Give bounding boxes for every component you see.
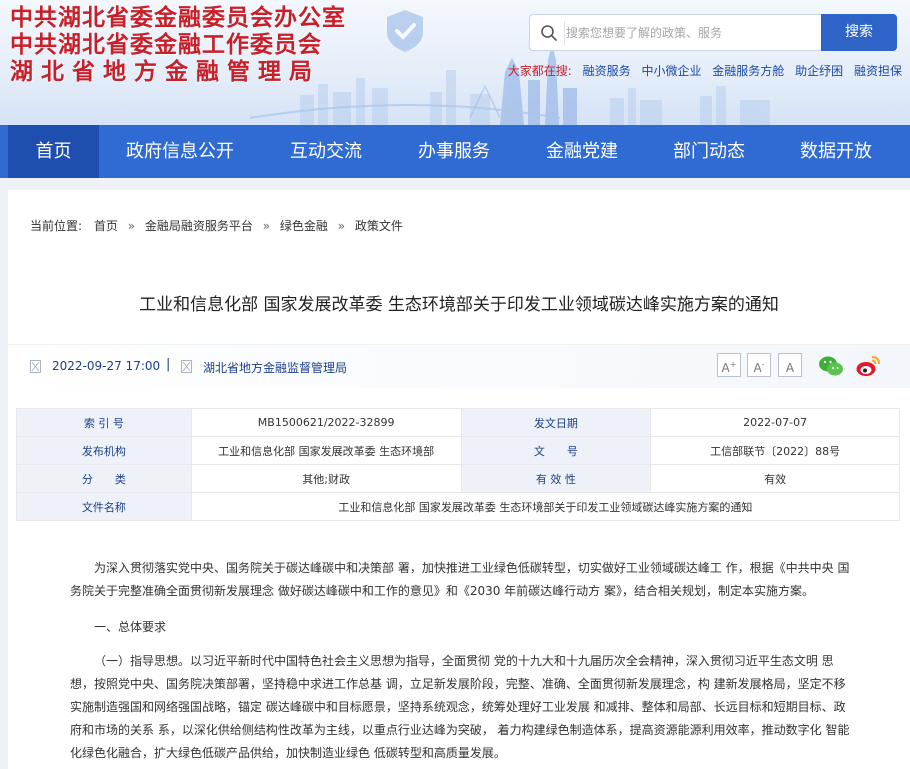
breadcrumb-separator: » [337, 219, 346, 233]
info-value-issue-date: 2022-07-07 [650, 408, 900, 437]
font-size-increase-button[interactable]: A+ [717, 353, 741, 377]
info-value-file-name: 工业和信息化部 国家发展改革委 生态环境部关于印发工业领域碳达峰实施方案的通知 [190, 492, 901, 521]
popular-search-link[interactable]: 中小微企业 [641, 64, 701, 78]
popular-search-link[interactable]: 金融服务方舱 [712, 64, 784, 78]
nav-item-open-data[interactable]: 数据开放 [782, 125, 890, 178]
info-key-doc-number: 文 号 [460, 436, 652, 465]
article-title: 工业和信息化部 国家发展改革委 生态环境部关于印发工业领域碳达峰实施方案的通知 [139, 295, 779, 315]
info-value-doc-number: 工信部联节〔2022〕88号 [650, 436, 900, 465]
main-navigation: 首页 政府信息公开 互动交流 办事服务 金融党建 部门动态 数据开放 [0, 125, 910, 178]
breadcrumb-separator: » [262, 219, 271, 233]
info-key-validity: 有 效 性 [460, 464, 652, 493]
publish-datetime: 2022-09-27 17:00 [52, 359, 161, 373]
search-input[interactable] [566, 15, 816, 50]
search-box [529, 14, 822, 51]
popular-search-link[interactable]: 融资担保 [854, 64, 902, 78]
info-value-publisher: 工业和信息化部 国家发展改革委 生态环境部 [190, 436, 462, 465]
article-card: 当前位置: 首页 » 金融局融资服务平台 » 绿色金融 » 政策文件 工业和信息… [8, 190, 910, 769]
org-name-line-1: 中共湖北省委金融委员会办公室 [10, 4, 346, 31]
breadcrumb-link-policy-docs[interactable]: 政策文件 [355, 219, 403, 233]
source-icon [181, 360, 192, 373]
search-icon [541, 25, 557, 41]
nav-item-home[interactable]: 首页 [8, 125, 99, 178]
info-key-index: 索 引 号 [16, 408, 192, 437]
clock-icon [30, 360, 41, 373]
info-value-index: MB1500621/2022-32899 [190, 408, 462, 437]
breadcrumb-link-green-finance[interactable]: 绿色金融 [280, 219, 328, 233]
info-key-category: 分 类 [16, 464, 192, 493]
nav-item-party-building[interactable]: 金融党建 [528, 125, 636, 178]
info-key-publisher: 发布机构 [16, 436, 192, 465]
table-row: 分 类 其他;财政 有 效 性 有效 [16, 464, 900, 493]
organization-names: 中共湖北省委金融委员会办公室 中共湖北省委金融工作委员会 湖北省地方金融管理局 [10, 4, 346, 85]
breadcrumb-link-financing-platform[interactable]: 金融局融资服务平台 [145, 219, 253, 233]
breadcrumb-separator: » [127, 219, 136, 233]
body-paragraph: 为深入贯彻落实党中央、国务院关于碳达峰碳中和决策部 署，加快推进工业绿色低碳转型… [70, 561, 850, 598]
body-paragraph: （一）指导思想。以习近平新时代中国特色社会主义思想为指导，全面贯彻 党的十九大和… [70, 654, 850, 760]
section-heading: 一、总体要求 [94, 620, 167, 634]
font-size-decrease-button[interactable]: A- [747, 353, 771, 377]
article-meta-bar: 2022-09-27 17:00 | 湖北省地方金融监督管理局 [8, 344, 910, 388]
popular-searches-label: 大家都在搜: [507, 64, 572, 78]
table-row: 索 引 号 MB1500621/2022-32899 发文日期 2022-07-… [16, 408, 900, 437]
popular-searches: 大家都在搜: 融资服务 中小微企业 金融服务方舱 助企纾困 融资担保 [508, 62, 902, 79]
wechat-share-icon[interactable] [818, 353, 844, 379]
site-header: 中共湖北省委金融委员会办公室 中共湖北省委金融工作委员会 湖北省地方金融管理局 … [0, 0, 910, 125]
popular-search-link[interactable]: 融资服务 [583, 64, 631, 78]
info-value-validity: 有效 [650, 464, 900, 493]
article-source: 湖北省地方金融监督管理局 [203, 361, 348, 375]
breadcrumb-label: 当前位置: [30, 219, 83, 233]
popular-search-link[interactable]: 助企纾困 [795, 64, 843, 78]
nav-item-department-news[interactable]: 部门动态 [655, 125, 763, 178]
weibo-share-icon[interactable] [855, 353, 881, 379]
font-size-reset-button[interactable]: A [778, 353, 802, 377]
nav-item-services[interactable]: 办事服务 [400, 125, 508, 178]
info-key-issue-date: 发文日期 [460, 408, 652, 437]
info-key-file-name: 文件名称 [16, 492, 192, 521]
search-button[interactable]: 搜索 [821, 14, 897, 51]
document-info-table: 索 引 号 MB1500621/2022-32899 发文日期 2022-07-… [16, 408, 901, 521]
table-row: 文件名称 工业和信息化部 国家发展改革委 生态环境部关于印发工业领域碳达峰实施方… [16, 492, 901, 521]
meta-separator: | [166, 357, 171, 372]
info-value-category: 其他;财政 [190, 464, 462, 493]
breadcrumb-link-home[interactable]: 首页 [94, 219, 118, 233]
shield-emblem-icon [387, 10, 423, 52]
table-row: 发布机构 工业和信息化部 国家发展改革委 生态环境部 文 号 工信部联节〔202… [16, 436, 900, 465]
nav-item-gov-info[interactable]: 政府信息公开 [112, 125, 248, 178]
nav-item-interaction[interactable]: 互动交流 [272, 125, 380, 178]
breadcrumb: 当前位置: 首页 » 金融局融资服务平台 » 绿色金融 » 政策文件 [30, 217, 403, 234]
article-body: 为深入贯彻落实党中央、国务院关于碳达峰碳中和决策部 署，加快推进工业绿色低碳转型… [70, 557, 854, 769]
org-name-line-2: 中共湖北省委金融工作委员会 [10, 31, 322, 58]
org-name-line-3: 湖北省地方金融管理局 [10, 58, 320, 85]
search-divider [564, 21, 565, 45]
